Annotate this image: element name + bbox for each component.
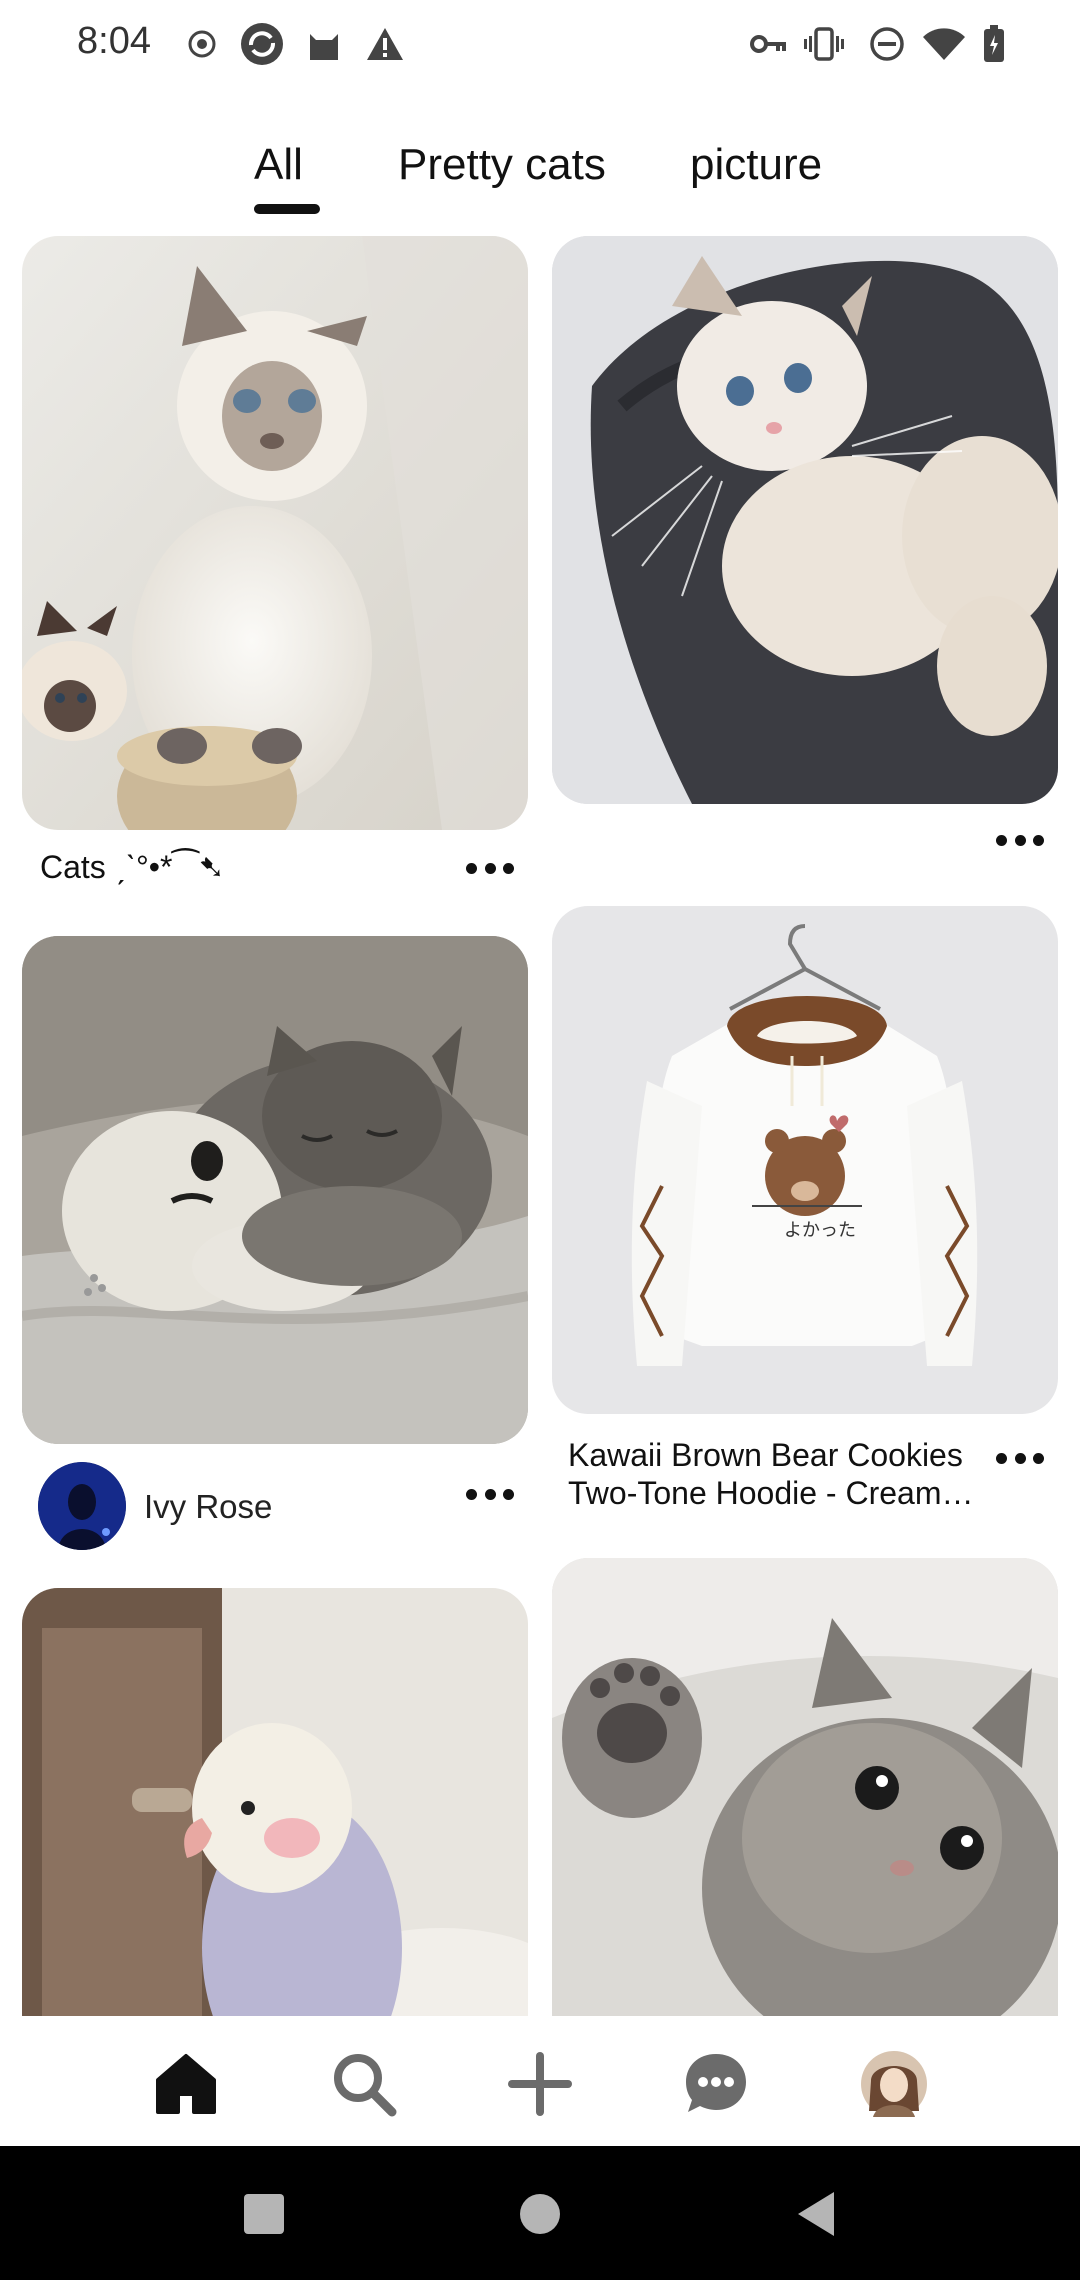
pin-image-ragdoll-kitten[interactable] xyxy=(22,236,528,830)
pin-image-grey-kitten-paw[interactable] xyxy=(552,1558,1058,2016)
create-icon[interactable] xyxy=(502,2046,578,2122)
pin-image-fluffy-kitten-held[interactable] xyxy=(552,236,1058,804)
battery-icon xyxy=(980,22,1008,66)
pin-title: Kawaii Brown Bear Cookies Two-Tone Hoodi… xyxy=(568,1437,974,1511)
more-options-button[interactable] xyxy=(996,1446,1044,1470)
pin-title: Cats ˏˋ°•*⁀➷ xyxy=(40,849,225,885)
vpn-key-icon xyxy=(750,22,788,66)
pin-card xyxy=(552,1558,1058,2016)
back-icon[interactable] xyxy=(788,2186,844,2242)
pin-card xyxy=(22,1588,528,2016)
board-tabs: All Pretty cats picture xyxy=(0,140,1080,220)
more-options-button[interactable] xyxy=(466,1482,514,1506)
status-time: 8:04 xyxy=(77,20,151,62)
recents-icon[interactable] xyxy=(236,2186,292,2242)
tab-picture[interactable]: picture xyxy=(690,140,822,190)
home-circle-icon[interactable] xyxy=(512,2186,568,2242)
vibrate-icon xyxy=(804,22,844,66)
system-navigation-bar xyxy=(0,2146,1080,2280)
pin-card: よかった Kawaii Brown Bear Cookies Two-Tone … xyxy=(552,906,1058,1546)
warning-icon xyxy=(364,22,406,66)
app-root: 8:04 All Pretty cats picture Cats ˏˋ°•*⁀… xyxy=(0,0,1080,2280)
more-options-button[interactable] xyxy=(996,828,1044,852)
pin-image-lovebird[interactable] xyxy=(22,1588,528,2016)
pin-card: Cats ˏˋ°•*⁀➷ xyxy=(22,236,528,896)
more-options-button[interactable] xyxy=(466,856,514,880)
do-not-disturb-icon xyxy=(868,22,906,66)
pin-image-sleeping-tabby-kitten[interactable] xyxy=(22,936,528,1444)
search-icon[interactable] xyxy=(326,2046,402,2122)
bottom-navigation xyxy=(0,2016,1080,2146)
tab-pretty-cats[interactable]: Pretty cats xyxy=(398,140,606,190)
profile-avatar[interactable] xyxy=(856,2046,932,2122)
creator-name[interactable]: Ivy Rose xyxy=(144,1488,272,1526)
tab-selected-indicator xyxy=(254,204,320,214)
tab-all[interactable]: All xyxy=(254,140,303,190)
pin-image-bear-hoodie[interactable]: よかった xyxy=(552,906,1058,1414)
pin-feed[interactable]: Cats ˏˋ°•*⁀➷ Ivy Rose よかった Kawaii Brown … xyxy=(0,236,1080,2016)
pin-card: Ivy Rose xyxy=(22,936,528,1586)
messages-icon[interactable] xyxy=(678,2046,754,2122)
home-icon[interactable] xyxy=(148,2046,224,2122)
status-bar: 8:04 xyxy=(0,0,1080,88)
svg-text:よかった: よかった xyxy=(784,1220,856,1241)
creator-avatar[interactable] xyxy=(38,1462,126,1550)
wifi-icon xyxy=(920,22,968,66)
sync-icon xyxy=(238,22,286,66)
cat-icon xyxy=(304,22,344,66)
record-icon xyxy=(186,22,218,66)
pin-card xyxy=(552,236,1058,866)
